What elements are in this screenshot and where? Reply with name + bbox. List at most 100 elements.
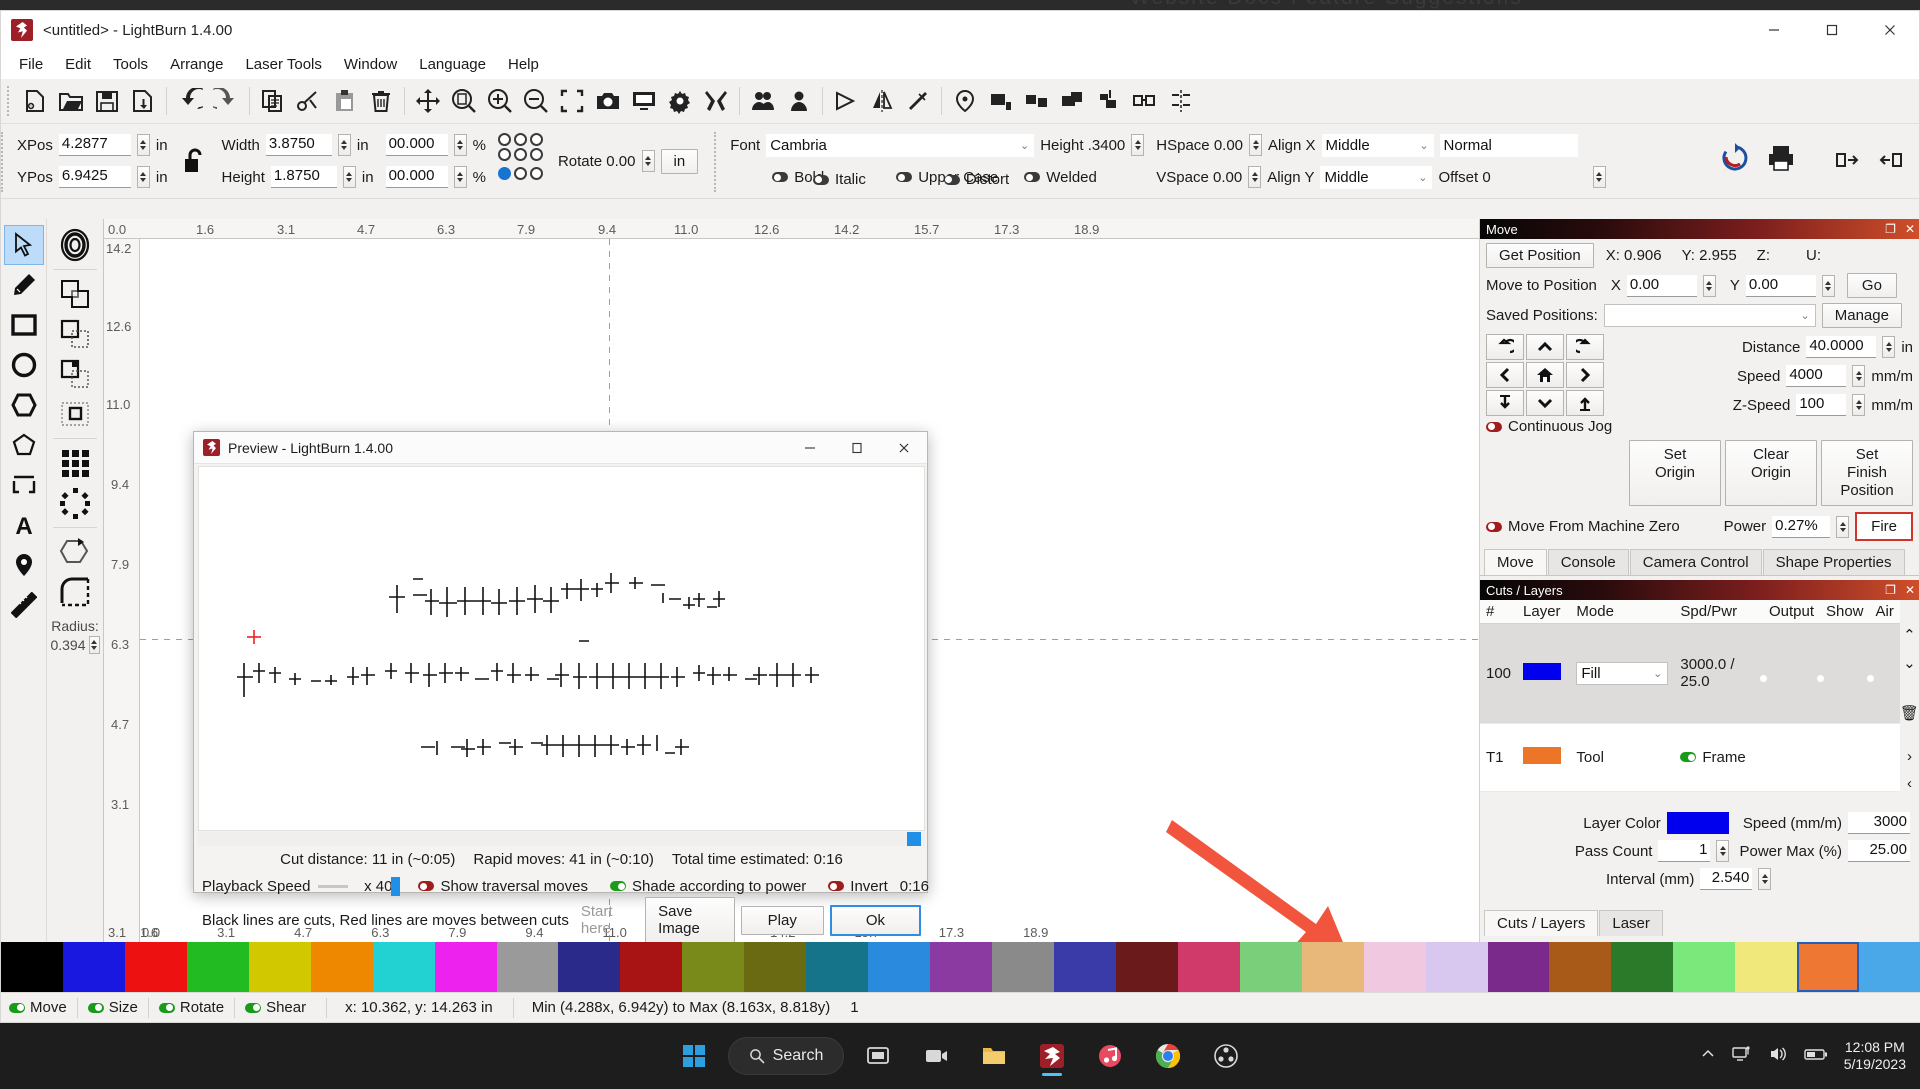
speed-stepper[interactable] [1852, 365, 1866, 387]
preview-close-icon[interactable] [880, 432, 927, 464]
palette-swatch-selected[interactable] [1797, 942, 1860, 992]
menu-arrange[interactable]: Arrange [160, 52, 233, 77]
units-button[interactable]: in [660, 148, 699, 174]
palette-swatch[interactable] [1859, 942, 1920, 992]
battery-icon[interactable] [1804, 1046, 1828, 1066]
size-toggle[interactable] [87, 1002, 104, 1013]
palette-swatch[interactable] [434, 942, 497, 992]
offset-stepper[interactable] [1592, 166, 1606, 188]
palette-swatch[interactable] [1239, 942, 1302, 992]
move-layer-left-icon[interactable]: ‹ [1907, 775, 1912, 792]
get-position-button[interactable]: Get Position [1486, 243, 1594, 268]
text-toolbar-grip[interactable] [714, 132, 719, 192]
go-button[interactable]: Go [1846, 273, 1897, 298]
palette-swatch[interactable] [62, 942, 125, 992]
palette-swatch[interactable] [744, 942, 807, 992]
speed-input[interactable]: 4000 [1786, 365, 1847, 387]
group-icon[interactable] [745, 83, 781, 119]
menu-laser-tools[interactable]: Laser Tools [235, 52, 331, 77]
palette-swatch[interactable] [1425, 942, 1488, 992]
teams-icon[interactable] [912, 1032, 960, 1080]
boolean-union-icon[interactable] [55, 274, 95, 314]
settings-icon[interactable] [662, 83, 698, 119]
edit-nodes-icon[interactable] [55, 532, 95, 572]
pen-path-icon[interactable] [4, 425, 44, 465]
height-percent-input[interactable]: 00.000 [385, 166, 448, 188]
col-output[interactable]: Output [1762, 600, 1820, 624]
volume-icon[interactable] [1768, 1044, 1788, 1068]
palette-swatch[interactable] [1673, 942, 1736, 992]
save-as-icon[interactable] [125, 83, 161, 119]
col-show[interactable]: Show [1819, 600, 1870, 624]
round-corner-icon[interactable] [55, 572, 95, 612]
set-finish-position-button[interactable]: Set Finish Position [1821, 440, 1913, 506]
horizontal-ruler[interactable]: 0.0 1.6 3.1 4.7 6.3 7.9 9.4 11.0 12.6 14… [104, 219, 1479, 239]
node-edit-icon[interactable] [947, 83, 983, 119]
width-input[interactable]: 3.8750 [265, 134, 332, 156]
move-x-input[interactable]: 0.00 [1626, 274, 1697, 297]
palette-swatch[interactable] [1301, 942, 1364, 992]
pencil-draw-icon[interactable] [4, 265, 44, 305]
boolean-subtract-icon[interactable] [55, 314, 95, 354]
rotate-toggle[interactable] [158, 1002, 175, 1013]
menu-help[interactable]: Help [498, 52, 549, 77]
play-button[interactable]: Play [740, 905, 824, 935]
height-percent-stepper[interactable] [453, 166, 467, 188]
clear-origin-button[interactable]: Clear Origin [1725, 440, 1817, 506]
playback-speed-slider[interactable] [318, 876, 401, 896]
jog-right-icon[interactable] [1566, 362, 1604, 388]
palette-swatch[interactable] [682, 942, 745, 992]
playback-speed-thumb[interactable] [391, 876, 401, 896]
palette-swatch[interactable] [1549, 942, 1612, 992]
ok-button[interactable]: Ok [829, 904, 921, 936]
anchor-bottom-right[interactable] [529, 166, 543, 180]
col-layer[interactable]: Layer [1517, 600, 1571, 624]
delete-icon[interactable] [363, 83, 399, 119]
row-output-toggle[interactable] [1762, 723, 1820, 793]
font-height-stepper[interactable] [1131, 134, 1145, 156]
network-icon[interactable] [1732, 1044, 1752, 1068]
row-output-toggle[interactable] [1760, 623, 1820, 724]
move-y-input[interactable]: 0.00 [1745, 274, 1816, 297]
frame-selection-icon[interactable] [554, 83, 590, 119]
preview-scroll-thumb[interactable] [907, 832, 921, 846]
preview-canvas[interactable] [198, 466, 925, 831]
move-from-machine-zero-toggle[interactable] [1486, 521, 1502, 532]
col-number[interactable]: # [1480, 600, 1518, 624]
measure-ruler-icon[interactable] [4, 585, 44, 625]
rotate-stepper[interactable] [641, 150, 655, 172]
move-layer-up-icon[interactable]: ⌃ [1903, 626, 1916, 644]
palette-swatch[interactable] [1363, 942, 1426, 992]
move-layer-right-icon[interactable]: › [1907, 748, 1912, 765]
pass-count-input[interactable]: 1 [1658, 840, 1711, 862]
col-mode[interactable]: Mode [1570, 600, 1675, 624]
delete-layer-icon[interactable]: 🗑 [1900, 704, 1919, 722]
radius-value[interactable]: 0.394 [50, 637, 85, 653]
anchor-bottom-center[interactable] [513, 166, 527, 180]
move-x-stepper[interactable] [1702, 274, 1716, 297]
menu-language[interactable]: Language [409, 52, 496, 77]
array-icon[interactable] [1127, 83, 1163, 119]
continuous-jog-toggle[interactable] [1486, 421, 1502, 432]
dock-left-icon[interactable] [1829, 142, 1865, 178]
offset-shapes-icon[interactable] [55, 225, 95, 265]
tab-cuts-layers[interactable]: Cuts / Layers [1484, 910, 1599, 936]
boolean-union-icon[interactable] [1055, 83, 1091, 119]
jog-left-icon[interactable] [1486, 362, 1524, 388]
zoom-in-icon[interactable] [482, 83, 518, 119]
undock-icon[interactable]: ❐ [1885, 222, 1896, 236]
palette-swatch[interactable] [1487, 942, 1550, 992]
col-air[interactable]: Air [1869, 600, 1900, 624]
palette-swatch[interactable] [868, 942, 931, 992]
close-icon[interactable]: ✕ [1905, 222, 1915, 236]
palette-swatch[interactable] [992, 942, 1054, 992]
radius-stepper[interactable] [88, 636, 100, 654]
select-arrow-icon[interactable] [3, 225, 44, 265]
anchor-bottom-left[interactable] [497, 166, 511, 180]
toolbar-grip[interactable] [7, 86, 12, 116]
jog-up-icon[interactable] [1526, 334, 1564, 360]
vertical-ruler[interactable]: 14.2 12.6 11.0 9.4 7.9 6.3 4.7 3.1 [104, 239, 140, 942]
row-layer-color[interactable] [1517, 623, 1571, 724]
palette-swatch[interactable] [372, 942, 435, 992]
monitor-icon[interactable] [626, 83, 662, 119]
